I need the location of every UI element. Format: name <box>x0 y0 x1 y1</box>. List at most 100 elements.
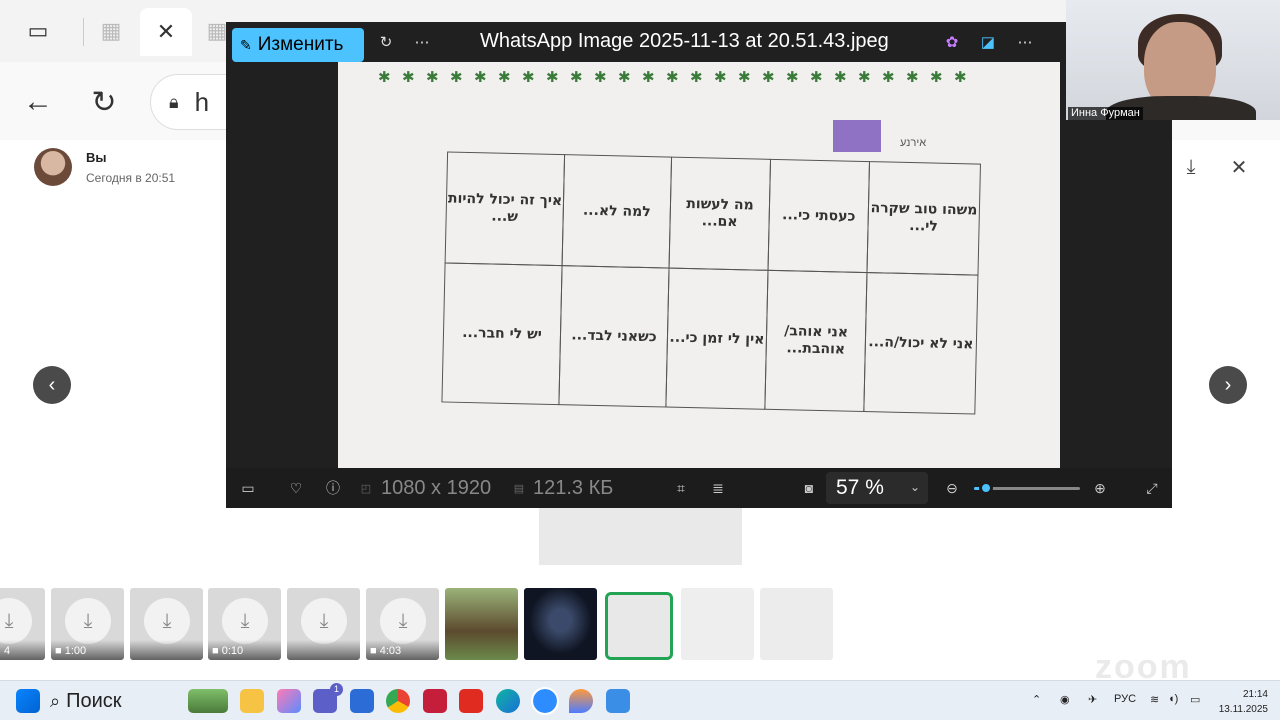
purple-cube-image <box>833 120 881 152</box>
chevron-up-icon[interactable]: ⌃ <box>1032 693 1041 706</box>
fullscreen-icon[interactable]: ⤢ <box>1142 478 1162 498</box>
zoom-in-icon[interactable]: ⊕ <box>1090 478 1110 498</box>
thumbnail-video[interactable]: ⤓ <box>130 588 203 660</box>
download-icon[interactable]: ⤓ <box>1176 152 1206 182</box>
zoom-slider-knob[interactable] <box>979 481 994 495</box>
previous-media-button[interactable]: ‹ <box>33 366 71 404</box>
photos-icon[interactable] <box>606 689 630 713</box>
participant-name: Инна Фурман <box>1068 107 1143 120</box>
thumbnail-video[interactable]: ⤓ <box>287 588 360 660</box>
worksheet-cell: אני לא יכול/ה... <box>863 272 979 415</box>
copilot-icon[interactable]: ✿ <box>940 30 964 54</box>
video-duration: ■ 0:10 <box>212 645 244 657</box>
thumbnail-video[interactable]: ⤓ ■ 4:03 <box>366 588 439 660</box>
download-icon: ⤓ <box>380 598 426 644</box>
rotate-icon[interactable]: ↻ <box>374 30 398 54</box>
tab-actions-icon[interactable]: ▭ <box>21 14 55 48</box>
download-icon: ⤓ <box>222 598 268 644</box>
acrobat-icon[interactable] <box>459 689 483 713</box>
thumbnail-image[interactable] <box>524 588 597 660</box>
search-label: Поиск <box>66 689 122 712</box>
message-sender: Вы Сегодня в 20:51 <box>34 148 175 186</box>
worksheet-cell: מה לעשות אם... <box>668 156 772 271</box>
volume-icon[interactable]: ◖) <box>1168 693 1178 705</box>
input-language[interactable]: РУС <box>1114 693 1136 705</box>
store-icon[interactable] <box>350 689 374 713</box>
photos-app-window: ✎ Изменить ↻ ⋯ WhatsApp Image 2025-11-13… <box>226 22 1172 508</box>
more-options-icon[interactable]: ⋯ <box>1013 30 1037 54</box>
worksheet-photo: ✱ ✱ ✱ ✱ ✱ ✱ ✱ ✱ ✱ ✱ ✱ ✱ ✱ ✱ ✱ ✱ ✱ ✱ ✱ ✱ ✱ ✱ ✱ ✱ ✱ אירנע משהו טוב… <box>338 62 1060 468</box>
edit-icon: ✎ <box>240 36 252 53</box>
media-preview-background <box>539 508 742 565</box>
more-options-icon[interactable]: ⋯ <box>410 30 434 54</box>
thumbnail-strip: ⤓ 4 ⤓ ■ 1:00 ⤓ ⤓ ■ 0:10 ⤓ ⤓ ■ 4:03 <box>0 585 1280 665</box>
designer-icon[interactable]: ◪ <box>976 30 1000 54</box>
image-dimensions: 1080 x 1920 <box>381 477 492 499</box>
worksheet-cell: איך זה יכול להיות ש... <box>444 151 566 267</box>
zoom-slider[interactable] <box>974 481 1080 495</box>
thumbnail-video[interactable]: ⤓ ■ 0:10 <box>208 588 281 660</box>
tab-favicon-icon[interactable]: ▦ <box>94 14 128 48</box>
widgets-icon[interactable] <box>188 689 228 713</box>
edge-icon[interactable] <box>496 689 520 713</box>
heart-icon[interactable]: ♡ <box>286 478 306 498</box>
close-icon[interactable]: ✕ <box>1224 152 1254 182</box>
filmstrip-icon[interactable]: ▭ <box>238 478 258 498</box>
worksheet-cell: כעסתי כי... <box>767 158 871 274</box>
wifi-icon[interactable]: ≋ <box>1150 693 1159 706</box>
avatar <box>34 148 72 186</box>
student-name: אירנע <box>900 137 927 149</box>
video-duration: 4 <box>4 645 11 657</box>
thumbnail-image-selected[interactable] <box>605 592 673 660</box>
worksheet-cell: יש לי חבר... <box>441 262 563 406</box>
worksheet-cell: למה לא... <box>561 154 673 269</box>
file-explorer-icon[interactable] <box>240 689 264 713</box>
windows-taskbar: ⌕ Поиск 1 ⌃ ◉ ✈︎ РУС ≋ ◖) ▭ 21:14 13.11.… <box>0 680 1280 720</box>
screenshot-icon[interactable]: ◙ <box>799 478 819 498</box>
start-icon[interactable] <box>16 689 40 713</box>
zoom-out-icon[interactable]: ⊖ <box>942 478 962 498</box>
worksheet-cell: כשאני לבד... <box>558 265 670 408</box>
battery-icon[interactable]: ▭ <box>1190 693 1200 706</box>
copilot-icon[interactable] <box>277 689 301 713</box>
thumbnail-video[interactable]: ⤓ 4 <box>0 588 45 660</box>
teams-icon[interactable]: 1 <box>313 683 343 713</box>
thumbnail-image[interactable] <box>760 588 833 660</box>
paint-icon[interactable] <box>569 689 593 713</box>
edit-label: Изменить <box>257 34 344 55</box>
thumbnail-image[interactable] <box>445 588 518 660</box>
reload-icon[interactable]: ↻ <box>84 82 124 122</box>
zoom-level-select[interactable]: 57 % ⌄ <box>826 472 928 504</box>
screen-recorder-icon[interactable] <box>423 689 447 713</box>
chrome-icon[interactable] <box>386 689 410 713</box>
thumbnail-video[interactable]: ⤓ ■ 1:00 <box>51 588 124 660</box>
webcam-video <box>1066 0 1280 120</box>
worksheet-cell: משהו טוב שקרה לי... <box>866 161 981 276</box>
download-icon: ⤓ <box>65 598 111 644</box>
info-icon[interactable]: ⓘ <box>323 478 343 498</box>
next-media-button[interactable]: › <box>1209 366 1247 404</box>
file-size-icon: ▤ <box>513 482 525 495</box>
close-tab-icon[interactable]: ✕ <box>140 8 192 56</box>
thumbnail-image[interactable] <box>681 588 754 660</box>
sender-time: Сегодня в 20:51 <box>86 170 176 185</box>
taskbar-clock[interactable]: 21:14 13.11.2025 <box>1219 687 1268 717</box>
file-size: 121.3 КБ <box>533 477 614 499</box>
chevron-down-icon: ⌄ <box>909 480 920 494</box>
video-duration: ■ 1:00 <box>55 645 87 657</box>
visual-search-icon[interactable]: ⌗ <box>671 478 691 498</box>
zoom-level-value: 57 % <box>836 476 884 499</box>
back-arrow-icon[interactable]: ← <box>18 82 58 122</box>
zoom-app-icon[interactable] <box>531 687 559 715</box>
tray-app-icon[interactable]: ✈︎ <box>1088 693 1097 706</box>
edit-button[interactable]: ✎ Изменить <box>232 28 364 62</box>
tab-separator <box>83 18 84 46</box>
video-duration: ■ 4:03 <box>370 645 402 657</box>
text-scan-icon[interactable]: ≣ <box>708 478 728 498</box>
address-text: h <box>194 86 210 117</box>
clock-time: 21:14 <box>1242 689 1268 700</box>
photos-title-bar: ✎ Изменить ↻ ⋯ WhatsApp Image 2025-11-13… <box>226 22 1172 62</box>
tray-app-icon[interactable]: ◉ <box>1060 693 1070 706</box>
photo-file-name: WhatsApp Image 2025-11-13 at 20.51.43.jp… <box>480 30 889 52</box>
photos-bottom-toolbar: ▭ ♡ ⓘ ◰ 1080 x 1920 ▤ 121.3 КБ ⌗ ≣ ◙ 57 … <box>226 468 1172 508</box>
